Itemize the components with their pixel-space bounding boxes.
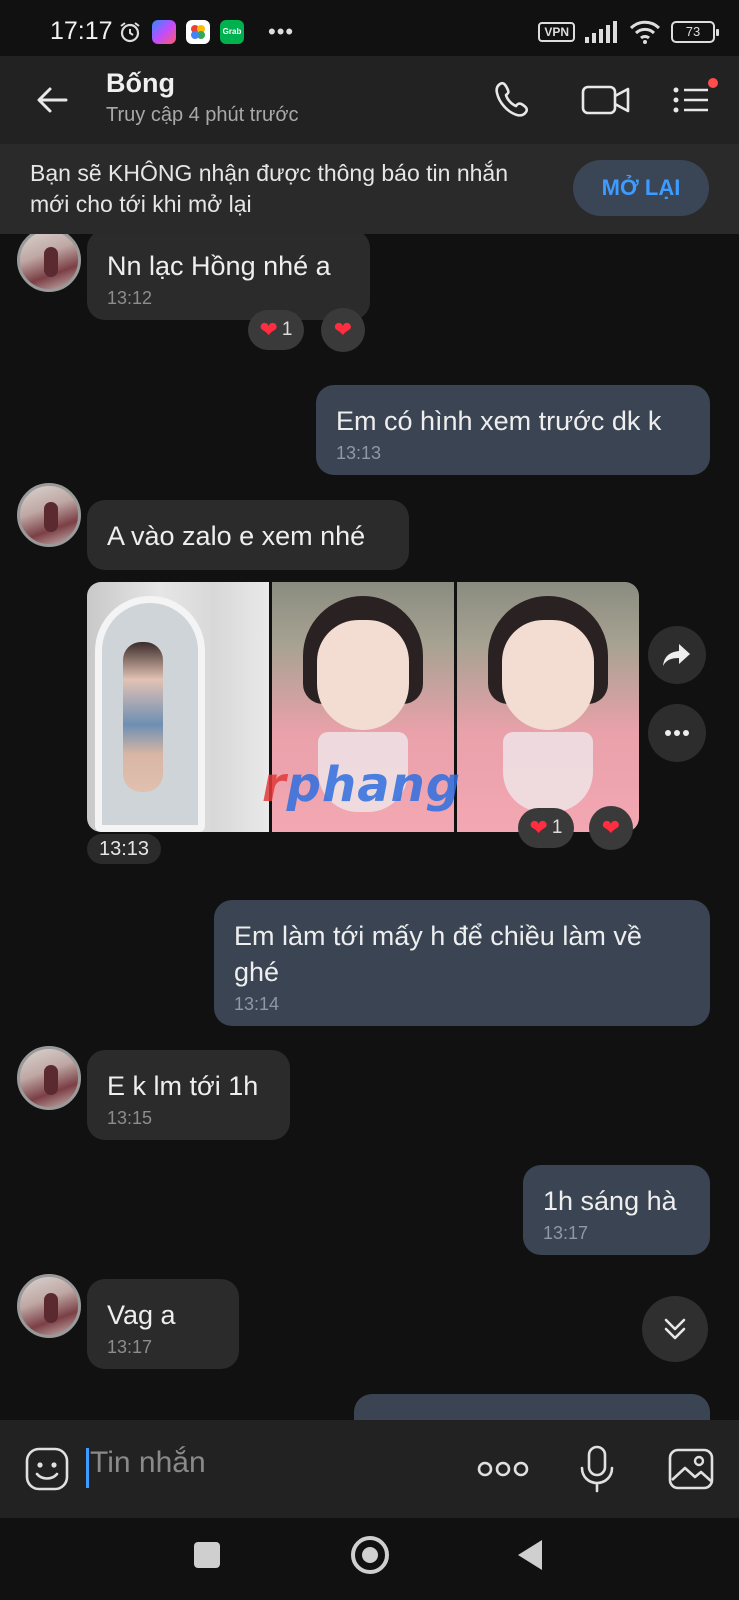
menu-button[interactable]: [670, 78, 718, 122]
contact-avatar[interactable]: [17, 483, 81, 547]
chat-header: Bống Truy cập 4 phút trước: [0, 56, 739, 144]
message-text: Nn lạc Hồng nhé a: [107, 251, 331, 281]
heart-icon: ❤: [259, 317, 278, 342]
status-time: 17:17: [50, 17, 113, 45]
message-composer: Tin nhắn: [0, 1420, 739, 1518]
heart-icon: ❤: [529, 815, 548, 840]
contact-avatar[interactable]: [17, 1046, 81, 1110]
unmute-button[interactable]: MỞ LẠI: [573, 160, 709, 216]
home-button[interactable]: [351, 1536, 389, 1574]
back-icon[interactable]: [32, 80, 72, 120]
phone-icon[interactable]: [490, 78, 538, 122]
message-bubble-incoming[interactable]: Nn lạc Hồng nhé a 13:12: [87, 234, 370, 320]
contact-avatar[interactable]: [17, 1274, 81, 1338]
message-bubble-outgoing-partial[interactable]: [354, 1394, 710, 1420]
alarm-icon: [120, 22, 140, 43]
message-bubble-incoming[interactable]: E k lm tới 1h 13:15: [87, 1050, 290, 1140]
photo-watermark: rphang: [262, 757, 462, 813]
message-time: 13:15: [107, 1108, 153, 1128]
microphone-icon[interactable]: [572, 1444, 622, 1494]
photo-lace: [503, 732, 593, 812]
grab-icon: Grab: [220, 20, 244, 44]
photo-thumbnail[interactable]: [457, 582, 639, 832]
contact-name[interactable]: Bống: [106, 68, 175, 99]
message-time: 13:14: [234, 994, 280, 1014]
scroll-to-bottom-button[interactable]: [642, 1296, 708, 1362]
last-seen-status: Truy cập 4 phút trước: [106, 104, 299, 126]
message-input[interactable]: Tin nhắn: [90, 1446, 206, 1480]
message-bubble-outgoing[interactable]: Em có hình xem trước dk k 13:13: [316, 385, 710, 475]
system-back-button[interactable]: [518, 1540, 542, 1570]
reaction-count: 1: [281, 319, 293, 340]
share-arrow-icon: [663, 644, 690, 666]
message-list[interactable]: Nn lạc Hồng nhé a 13:12 ❤ 1 ❤ Em có hình…: [0, 234, 739, 1420]
battery-icon: 73: [671, 21, 719, 43]
more-horizontal-icon: [665, 730, 689, 736]
video-icon[interactable]: [580, 78, 632, 122]
photo-time-chip: 13:13: [87, 834, 162, 864]
photos-icon: [186, 20, 210, 44]
message-text: Em có hình xem trước dk k: [336, 406, 662, 436]
sticker-icon[interactable]: [22, 1444, 72, 1494]
more-options-button[interactable]: [648, 704, 706, 762]
reaction-count: 1: [551, 817, 563, 838]
photo-figure: [123, 642, 163, 792]
recent-apps-button[interactable]: [194, 1542, 220, 1568]
mute-notice-banner: Bạn sẽ KHÔNG nhận được thông báo tin nhắ…: [0, 144, 739, 234]
status-more-dots: •••: [268, 19, 295, 44]
image-icon[interactable]: [666, 1444, 716, 1494]
message-bubble-incoming[interactable]: Vag a 13:17: [87, 1279, 239, 1369]
heart-icon: ❤: [333, 317, 353, 342]
message-time: 13:12: [107, 288, 153, 308]
message-time: 13:17: [543, 1223, 589, 1243]
react-heart-button[interactable]: ❤: [321, 308, 365, 352]
text-caret: [86, 1448, 89, 1488]
signal-icon: [585, 21, 617, 43]
reaction-summary[interactable]: ❤ 1: [248, 310, 304, 350]
message-text: E k lm tới 1h: [107, 1071, 259, 1101]
message-time: 13:13: [336, 443, 382, 463]
message-bubble-outgoing[interactable]: Em làm tới mấy h để chiều làm về ghé 13:…: [214, 900, 710, 1026]
message-time: 13:17: [107, 1337, 153, 1357]
more-icon[interactable]: [476, 1444, 530, 1494]
status-bar: 17:17 Grab ••• VPN 73: [0, 0, 739, 56]
reaction-summary[interactable]: ❤ 1: [518, 808, 574, 848]
photo-thumbnail[interactable]: [87, 582, 269, 832]
status-left-icons: Grab •••: [118, 20, 294, 44]
heart-icon: ❤: [601, 815, 621, 840]
chevron-double-down-icon: [664, 1318, 686, 1340]
status-right-icons: VPN 73: [538, 20, 719, 44]
system-navigation-bar: [0, 1518, 739, 1600]
react-heart-button[interactable]: ❤: [589, 806, 633, 850]
photo-group[interactable]: rphang: [87, 582, 639, 832]
message-text: Em làm tới mấy h để chiều làm về ghé: [234, 921, 642, 987]
messenger-icon: [152, 20, 176, 44]
forward-button[interactable]: [648, 626, 706, 684]
mute-notice-text: Bạn sẽ KHÔNG nhận được thông báo tin nhắ…: [30, 160, 509, 217]
notification-dot: [708, 78, 718, 88]
message-bubble-outgoing[interactable]: 1h sáng hà 13:17: [523, 1165, 710, 1255]
message-text: A vào zalo e xem nhé: [107, 521, 366, 551]
photo-face: [502, 620, 594, 730]
vpn-badge: VPN: [538, 22, 575, 42]
wifi-icon: [629, 20, 661, 44]
message-text: 1h sáng hà: [543, 1186, 677, 1216]
photo-face: [317, 620, 409, 730]
message-bubble-incoming[interactable]: A vào zalo e xem nhé: [87, 500, 409, 570]
contact-avatar[interactable]: [17, 234, 81, 292]
message-text: Vag a: [107, 1300, 176, 1330]
